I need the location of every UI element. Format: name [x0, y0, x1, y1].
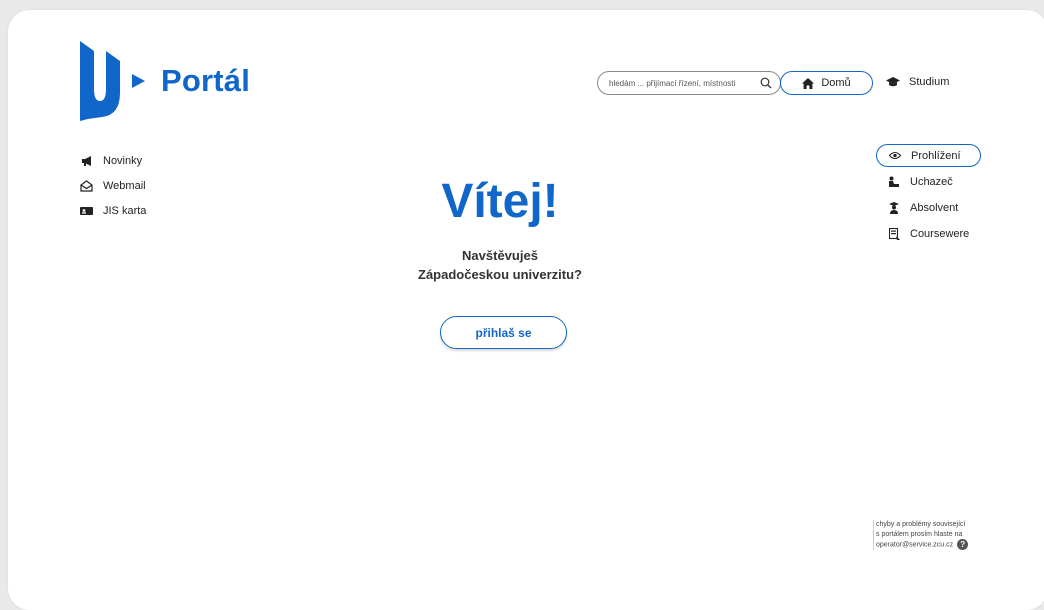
- support-line-3: operator@service.zcu.cz?: [876, 539, 988, 550]
- nav-label: Absolvent: [910, 202, 959, 214]
- nav-item-webmail[interactable]: Webmail: [80, 173, 146, 198]
- nav-label: Uchazeč: [910, 176, 953, 188]
- search-input[interactable]: hledám ... přijímací řízení, místnosti: [597, 71, 781, 95]
- welcome-title: Vítej!: [441, 175, 559, 228]
- nav-label: Coursewere: [910, 228, 970, 240]
- graduate-icon: [888, 202, 900, 214]
- search-placeholder: hledám ... přijímací řízení, místnosti: [609, 78, 736, 88]
- support-line-1: chyby a problémy související: [876, 521, 966, 528]
- support-note: chyby a problémy související s portálem …: [873, 520, 988, 550]
- courseware-icon: [888, 228, 900, 240]
- right-nav: Prohlížení Uchazeč Absolvent Coursewere: [876, 144, 981, 247]
- portal-logo[interactable]: Portál: [80, 41, 250, 121]
- nav-item-novinky[interactable]: Novinky: [80, 148, 146, 173]
- nav-label: Webmail: [103, 179, 146, 192]
- welcome-subtitle: Navštěvuješ Západočeskou univerzitu?: [390, 246, 610, 284]
- support-line-2: s portálem prosím hlaste na: [876, 530, 963, 538]
- login-button[interactable]: přihlaš se: [440, 316, 567, 349]
- nav-label: Novinky: [103, 154, 143, 167]
- envelope-icon: [80, 179, 93, 192]
- home-icon: [802, 77, 815, 89]
- nav-item-uchazec[interactable]: Uchazeč: [876, 169, 981, 195]
- arrow-right-icon: [132, 74, 145, 88]
- applicant-icon: [888, 176, 900, 188]
- support-email[interactable]: operator@service.zcu.cz: [876, 541, 953, 548]
- subtitle-line-2: Západočeskou univerzitu?: [418, 267, 582, 282]
- id-card-icon: [80, 204, 93, 217]
- search-icon[interactable]: [760, 77, 772, 89]
- nav-item-jis-karta[interactable]: JIS karta: [80, 198, 146, 223]
- nav-item-absolvent[interactable]: Absolvent: [876, 195, 981, 221]
- left-nav: Novinky Webmail JIS karta: [80, 148, 146, 223]
- studium-link[interactable]: Studium: [886, 76, 949, 88]
- nav-item-coursewere[interactable]: Coursewere: [876, 221, 981, 247]
- zcu-logo-icon: [80, 41, 120, 121]
- nav-item-prohlizeni[interactable]: Prohlížení: [876, 144, 981, 167]
- home-button[interactable]: Domů: [780, 71, 873, 95]
- graduation-cap-icon: [886, 77, 900, 87]
- megaphone-icon: [80, 154, 93, 167]
- help-icon[interactable]: ?: [957, 539, 969, 550]
- home-label: Domů: [821, 77, 851, 89]
- nav-label: Prohlížení: [911, 149, 961, 162]
- eye-icon: [889, 150, 901, 162]
- nav-label: JIS karta: [103, 204, 147, 217]
- studium-label: Studium: [909, 76, 950, 88]
- subtitle-line-1: Navštěvuješ: [462, 248, 538, 263]
- brand-name: Portál: [161, 63, 251, 98]
